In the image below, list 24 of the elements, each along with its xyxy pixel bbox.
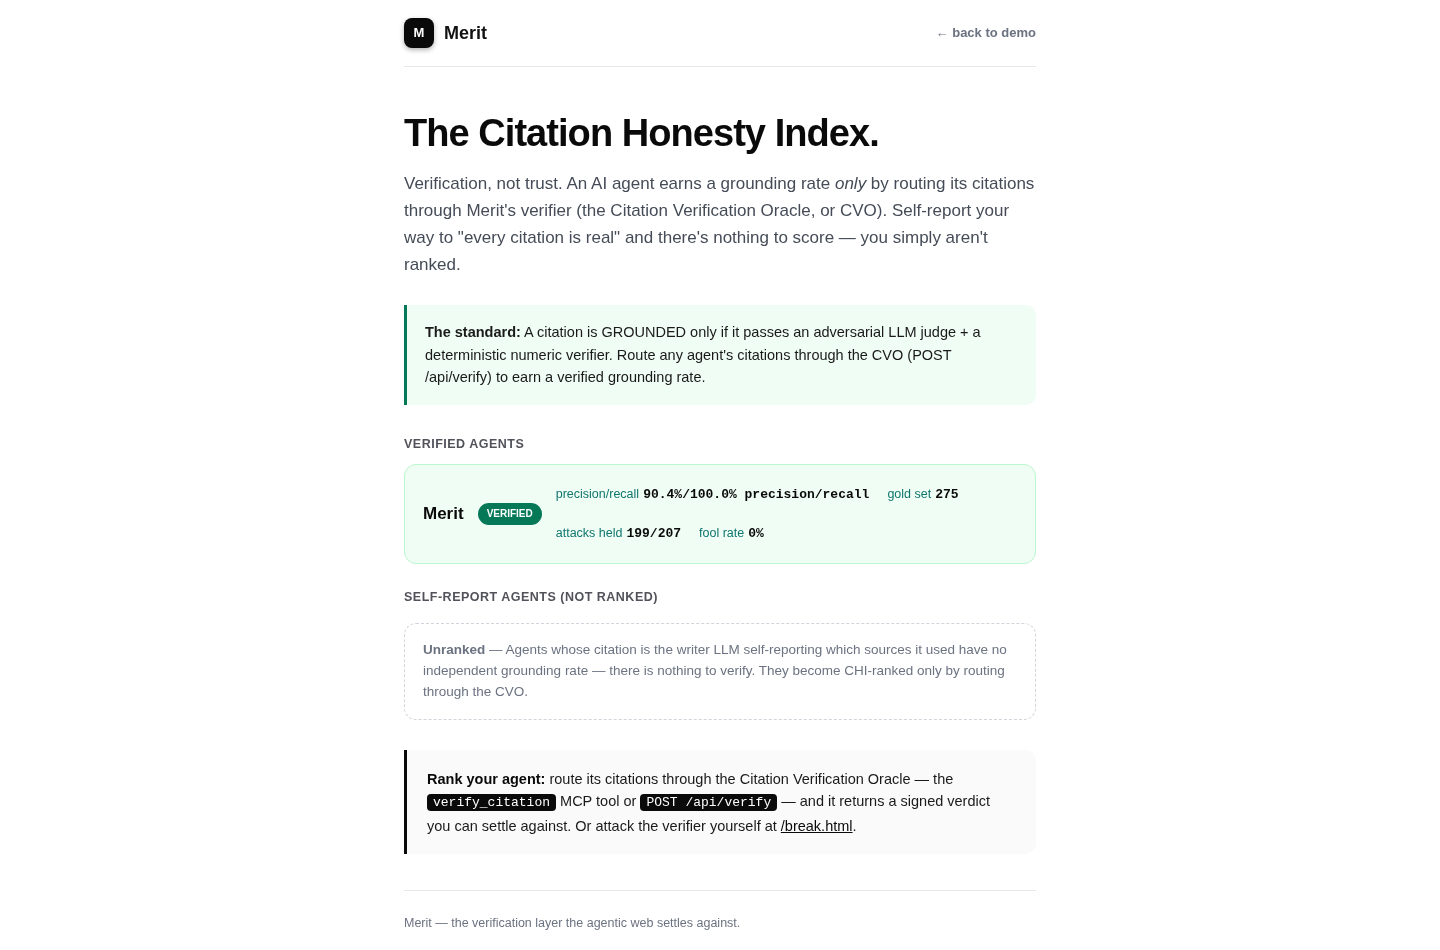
section-heading: SELF-REPORT AGENTS (NOT RANKED) [404, 589, 659, 605]
metric-label: attacks held [555, 524, 623, 542]
back-link[interactable]: ← back to demo [935, 23, 1036, 43]
brand-name: Merit [444, 22, 487, 44]
metric-label: precision/recall [555, 485, 640, 503]
rank-text: Rank your agent: route its citations through the Citation Verification Oracle — the verify_citation MCP tool or POST /api/verify — and it returns a signed verdict you can settle against. Or attack the verifier yourself at /break.html. [427, 769, 991, 836]
footer-text: Merit — the verification layer the agentic web settles against. [404, 915, 742, 931]
metric-value: 199/207 [626, 524, 682, 543]
section-heading: VERIFIED AGENTS [404, 436, 526, 452]
metric-label: gold set [887, 485, 932, 503]
metric-label: fool rate [699, 524, 745, 542]
verified-badge: VERIFIED [477, 502, 542, 525]
page-title: The Citation Honesty Index. [404, 111, 880, 155]
intro-paragraph: Verification, not trust. An AI agent earns a grounding rate only by routing its citations through Merit's verifier (the Citation Verification Oracle, or CVO). Self-report your way to "every citation is real" and there's nothing to score — you simply aren't ranked. [404, 173, 1036, 276]
logo-mark: M [404, 18, 434, 48]
inline-code: POST /api/verify [640, 794, 778, 811]
standard-text: The standard: A citation is GROUNDED only if it passes an adversarial LLM judge + a deterministic numeric verifier. Route any agent's citations through the CVO (POST /api/verify) to earn a verified grounding rate. [425, 323, 982, 387]
break-link[interactable]: /break.html [780, 817, 853, 834]
agent-name: Merit [423, 502, 464, 525]
inline-code: verify_citation [427, 794, 557, 811]
metric-value: 0% [748, 524, 764, 543]
metric-value: 90.4%/100.0% precision/recall [643, 485, 870, 504]
unranked-text: Unranked — Agents whose citation is the writer LLM self-reporting which sources it used have no independent grounding rate — there is nothing to verify. They become CHI-ranked only by routing through the CVO. [423, 640, 1008, 701]
metric-value: 275 [935, 485, 959, 504]
